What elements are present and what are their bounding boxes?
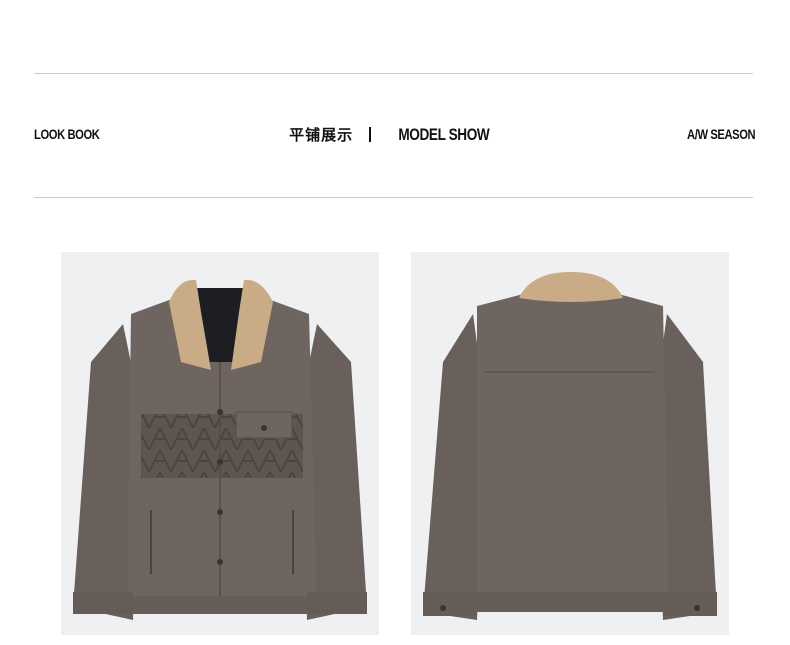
title-separator	[369, 127, 372, 142]
bottom-divider	[34, 197, 753, 198]
jacket-front-photo	[61, 252, 379, 635]
section-title-en: MODEL SHOW	[398, 125, 490, 144]
section-title: 平铺展示 MODEL SHOW	[0, 124, 790, 145]
top-divider	[34, 73, 753, 74]
jacket-back-photo	[411, 252, 729, 635]
jacket-front-illustration	[73, 279, 367, 620]
jacket-back-illustration	[423, 272, 717, 620]
section-title-cn: 平铺展示	[289, 126, 354, 144]
season-label: A/W SEASON	[686, 126, 756, 142]
